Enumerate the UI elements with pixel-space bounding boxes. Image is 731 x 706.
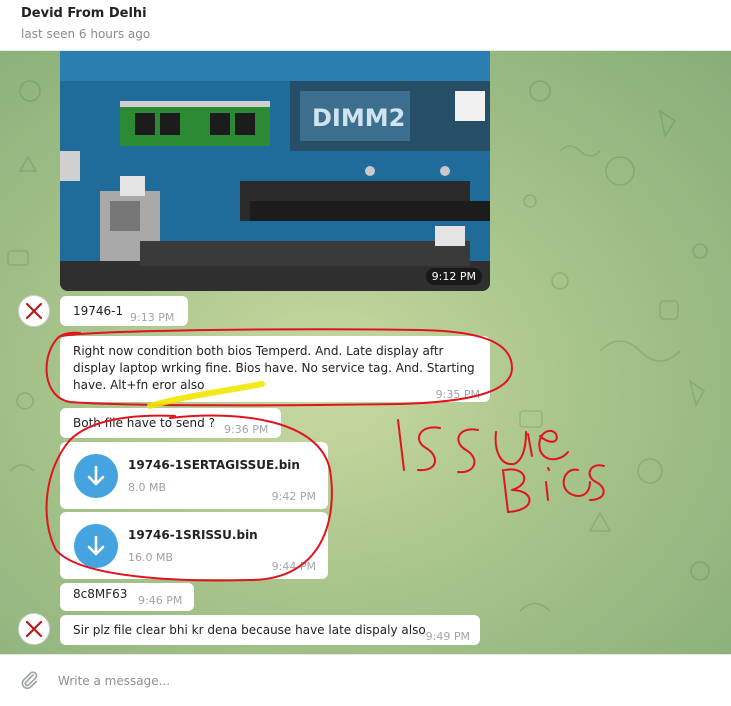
paperclip-icon[interactable] xyxy=(18,669,40,695)
file-name[interactable]: 19746-1SRISSU.bin xyxy=(128,527,258,544)
last-seen-status: last seen 6 hours ago xyxy=(21,27,151,41)
download-icon xyxy=(87,535,105,556)
message-time: 9:35 PM xyxy=(435,388,480,401)
message-text: 8c8MF63 xyxy=(73,587,128,601)
svg-text:DIMM2: DIMM2 xyxy=(312,104,405,132)
file-size: 16.0 MB xyxy=(128,551,174,564)
contact-name[interactable]: Devid From Delhi xyxy=(21,6,147,21)
download-icon xyxy=(87,465,105,486)
file-name[interactable]: 19746-1SERTAGISSUE.bin xyxy=(128,457,300,474)
motherboard-photo: DIMM2 xyxy=(60,51,490,291)
chat-area[interactable]: DIMM2 9:12 PM 19746-1 9:13 PM Right now … xyxy=(0,51,731,654)
download-button[interactable] xyxy=(74,524,118,568)
file-message[interactable]: 19746-1SRISSU.bin 16.0 MB 9:44 PM xyxy=(60,512,328,579)
message-time: 9:44 PM xyxy=(271,560,316,573)
message-text: Right now condition both bios Temperd. A… xyxy=(73,344,475,392)
message-bubble[interactable]: Both file have to send ? 9:36 PM xyxy=(60,408,281,438)
message-bubble[interactable]: Right now condition both bios Temperd. A… xyxy=(60,336,490,402)
chat-header: Devid From Delhi last seen 6 hours ago xyxy=(0,0,731,51)
message-bubble[interactable]: 8c8MF63 9:46 PM xyxy=(60,583,194,611)
avatar-x-icon xyxy=(25,620,43,638)
message-text: Sir plz file clear bhi kr dena because h… xyxy=(73,623,426,637)
avatar-x-icon xyxy=(25,302,43,320)
message-bubble[interactable]: 19746-1 9:13 PM xyxy=(60,296,188,326)
message-time: 9:46 PM xyxy=(138,594,183,607)
avatar[interactable] xyxy=(18,295,50,327)
file-message[interactable]: 19746-1SERTAGISSUE.bin 8.0 MB 9:42 PM xyxy=(60,442,328,509)
photo-time: 9:12 PM xyxy=(425,268,482,285)
message-composer xyxy=(0,654,731,706)
message-input[interactable] xyxy=(56,669,660,693)
message-text: Both file have to send ? xyxy=(73,416,215,430)
file-size: 8.0 MB xyxy=(128,481,167,494)
download-button[interactable] xyxy=(74,454,118,498)
message-time: 9:36 PM xyxy=(224,423,269,436)
message-text: 19746-1 xyxy=(73,304,124,318)
message-time: 9:42 PM xyxy=(271,490,316,503)
photo-message[interactable]: DIMM2 9:12 PM xyxy=(60,51,490,291)
message-bubble[interactable]: Sir plz file clear bhi kr dena because h… xyxy=(60,615,480,645)
message-time: 9:13 PM xyxy=(130,311,175,324)
avatar[interactable] xyxy=(18,613,50,645)
message-time: 9:49 PM xyxy=(425,630,470,643)
